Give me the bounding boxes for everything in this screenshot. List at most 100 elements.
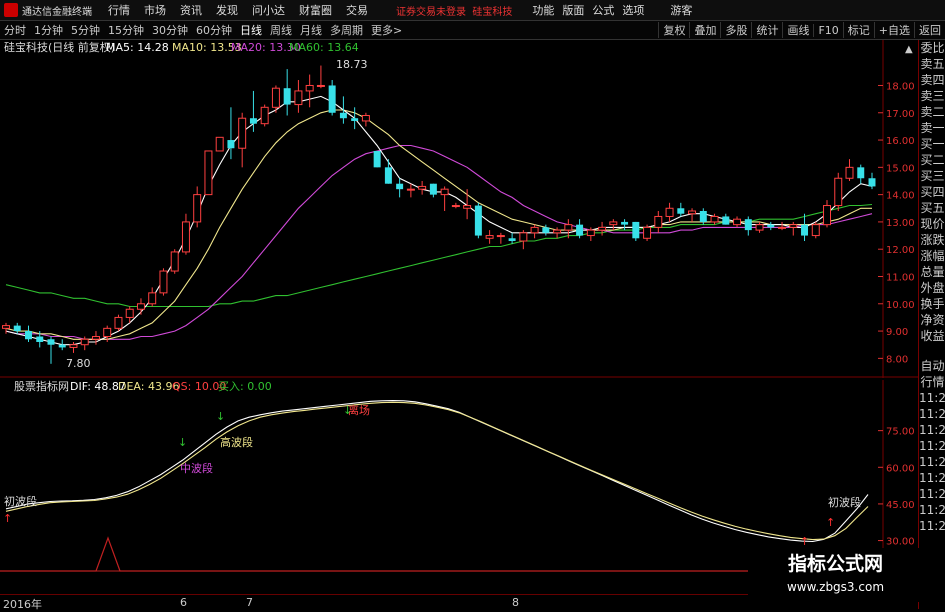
side-panel-item[interactable]: 现价	[919, 216, 945, 232]
candle-body-down	[508, 238, 516, 242]
side-panel-item[interactable]: 买五	[919, 200, 945, 216]
candle-body-up	[553, 229, 562, 234]
mark-button[interactable]: 标记	[842, 22, 874, 38]
initial-wave-left-label: 初波段	[4, 494, 37, 508]
menu-news[interactable]: 资讯	[180, 2, 202, 18]
side-panel-item[interactable]: 11:2	[919, 422, 945, 438]
candle-body-up	[406, 188, 415, 191]
tab-monthly[interactable]: 月线	[296, 22, 326, 38]
dea-line	[5, 401, 869, 541]
side-panel-item[interactable]: 委比	[919, 40, 945, 56]
tab-60min[interactable]: 60分钟	[192, 22, 236, 38]
menu-bar: 通达信金融终端 行情 市场 资讯 发现 问小达 财富圈 交易 证券交易未登录 硅…	[0, 0, 945, 21]
candle-body-up	[440, 188, 449, 196]
tab-5min[interactable]: 5分钟	[67, 22, 104, 38]
side-panel-item[interactable]: 买二	[919, 152, 945, 168]
guest-button[interactable]: 游客	[670, 2, 692, 18]
side-panel-item[interactable]: 涨跌	[919, 232, 945, 248]
draw-button[interactable]: 画线	[782, 22, 813, 38]
candle-body-up	[215, 136, 224, 152]
back-button[interactable]: 返回	[914, 22, 945, 38]
indicator-tick-label: 30.00	[886, 537, 915, 548]
side-panel-item[interactable]: 买四	[919, 184, 945, 200]
side-panel-item[interactable]: 11:2	[919, 390, 945, 406]
sell-arrow-icon: ↓	[343, 404, 352, 417]
candle-body-up	[114, 316, 123, 329]
quote-side-panel[interactable]: 委比 卖五 卖四 卖三 卖二 卖一 买一 买二 买三 买四 买五 现价 涨跌 涨幅 总量 外盘 换手 净资 收益自动…	[918, 40, 945, 609]
stats-button[interactable]: 统计	[751, 22, 782, 38]
menu-quotes[interactable]: 行情	[108, 2, 130, 18]
tab-1min[interactable]: 1分钟	[30, 22, 67, 38]
login-notice[interactable]: 证券交易未登录 硅宝科技	[396, 3, 512, 18]
menu-options[interactable]: 选项	[622, 2, 644, 18]
candle-body-up	[519, 232, 528, 242]
side-panel-item[interactable]: 自动	[919, 358, 945, 374]
side-panel-item[interactable]: 收益	[919, 328, 945, 344]
side-panel-item[interactable]: 11:2	[919, 470, 945, 486]
side-panel-item[interactable]: 买一	[919, 136, 945, 152]
side-panel-item[interactable]: 总量	[919, 264, 945, 280]
tab-daily[interactable]: 日线	[236, 22, 266, 38]
candle-body-down	[857, 167, 865, 179]
tab-more[interactable]: 更多>	[367, 22, 406, 38]
candle-body-down	[227, 140, 235, 149]
price-tick-label: 17.00	[886, 109, 915, 120]
candlestick-chart[interactable]: 8.00 9.00 10.00 11.00 12.00 13.00 14.00 15.00 16…	[0, 40, 918, 378]
tab-multi-period[interactable]: 多周期	[326, 22, 367, 38]
menu-trade[interactable]: 交易	[346, 2, 368, 18]
side-panel-item[interactable]: 换手	[919, 296, 945, 312]
menu-discover[interactable]: 发现	[216, 2, 238, 18]
side-panel-item[interactable]: 卖四	[919, 72, 945, 88]
price-tick-label: 14.00	[886, 191, 915, 202]
side-panel-item[interactable]: 11:2	[919, 406, 945, 422]
buy-arrow-icon: ↑	[800, 535, 809, 548]
side-panel-item[interactable]: 买三	[919, 168, 945, 184]
tab-15min[interactable]: 15分钟	[104, 22, 148, 38]
collapse-icon[interactable]: ▲	[905, 44, 913, 55]
side-panel-item[interactable]: 11:2	[919, 454, 945, 470]
side-panel-item[interactable]: 涨幅	[919, 248, 945, 264]
side-panel-item[interactable]: 11:2	[919, 518, 945, 534]
candle-body-down	[25, 331, 32, 340]
tab-30min[interactable]: 30分钟	[148, 22, 192, 38]
adjust-button[interactable]: 复权	[658, 22, 689, 38]
menu-wealth[interactable]: 财富圈	[299, 2, 332, 18]
menu-ask[interactable]: 问小达	[252, 2, 285, 18]
price-tick-label: 18.00	[886, 81, 915, 92]
side-panel-item[interactable]: 外盘	[919, 280, 945, 296]
side-panel-item[interactable]: 净资	[919, 312, 945, 328]
menu-market[interactable]: 市场	[144, 2, 166, 18]
ma60-line	[5, 203, 873, 308]
candle-body-down	[373, 150, 381, 168]
add-watchlist-button[interactable]: +自选	[873, 22, 914, 38]
high-wave-label: 高波段	[220, 435, 253, 449]
initial-wave-right-label: 初波段	[828, 495, 861, 509]
side-panel-item[interactable]: 11:2	[919, 502, 945, 518]
side-panel-item[interactable]: 卖三	[919, 88, 945, 104]
candle-body-up	[361, 114, 370, 122]
candle-body-up	[2, 325, 10, 329]
candle-body-up	[294, 90, 303, 106]
candle-body-down	[868, 178, 876, 187]
candle-body-up	[609, 221, 618, 226]
side-panel-item[interactable]: 卖五	[919, 56, 945, 72]
menu-formula[interactable]: 公式	[592, 2, 614, 18]
menu-function[interactable]: 功能	[532, 2, 554, 18]
side-panel-item[interactable]: 卖一	[919, 120, 945, 136]
side-panel-item[interactable]: 卖二	[919, 104, 945, 120]
candle-body-up	[69, 344, 78, 348]
candle-body-up	[654, 215, 663, 228]
overlay-button[interactable]: 叠加	[689, 22, 720, 38]
ma5-label: MA5: 14.28	[106, 41, 169, 54]
candle-body-down	[429, 183, 437, 195]
tab-weekly[interactable]: 周线	[266, 22, 296, 38]
tab-intraday[interactable]: 分时	[0, 22, 30, 38]
side-panel-item[interactable]: 11:2	[919, 438, 945, 454]
side-panel-item[interactable]: 11:2	[919, 486, 945, 502]
multi-stock-button[interactable]: 多股	[720, 22, 751, 38]
candle-body-down	[621, 221, 629, 225]
f10-button[interactable]: F10	[813, 23, 842, 37]
menu-layout[interactable]: 版面	[562, 2, 584, 18]
side-panel-item[interactable]: 行情	[919, 374, 945, 390]
period-toolbar: 分时 1分钟 5分钟 15分钟 30分钟 60分钟 日线 周线 月线 多周期 更…	[0, 21, 945, 40]
